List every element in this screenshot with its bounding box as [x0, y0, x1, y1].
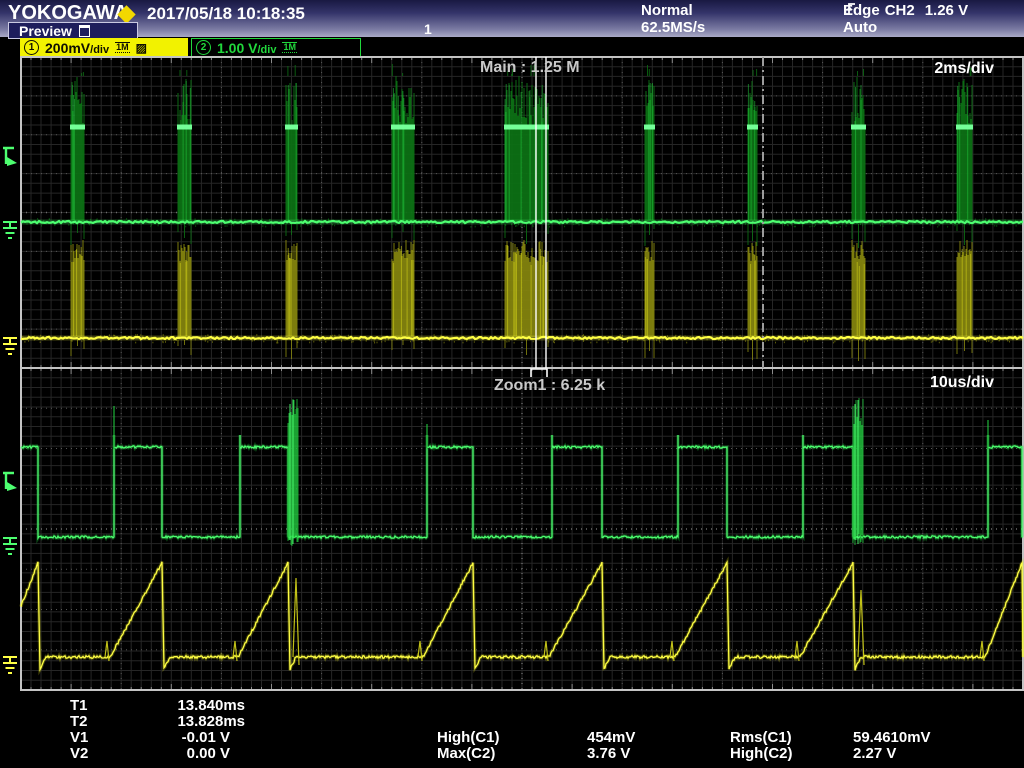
measurement-v1: V1-0.01 V — [70, 729, 230, 746]
measurement-high-c1: High(C1)454mV — [437, 729, 635, 746]
main-window-label: Main : 1.25 M — [480, 59, 580, 77]
zoom-timebase: 10us/div — [930, 374, 994, 392]
main-timebase: 2ms/div — [934, 60, 994, 78]
measurement-high-c2: High(C2)2.27 V — [730, 745, 896, 762]
measurement-t2: T213.828ms — [70, 713, 245, 730]
zoom-window-label: Zoom1 : 6.25 k — [494, 377, 605, 395]
measurement-v2: V20.00 V — [70, 745, 230, 762]
measurement-rms-c1: Rms(C1)59.4610mV — [730, 729, 931, 746]
measurement-max-c2: Max(C2)3.76 V — [437, 745, 630, 762]
measurement-t1: T113.840ms — [70, 697, 245, 714]
oscilloscope-screen: YOKOGAWA 2017/05/18 10:18:35 1 Normal 62… — [0, 0, 1024, 768]
